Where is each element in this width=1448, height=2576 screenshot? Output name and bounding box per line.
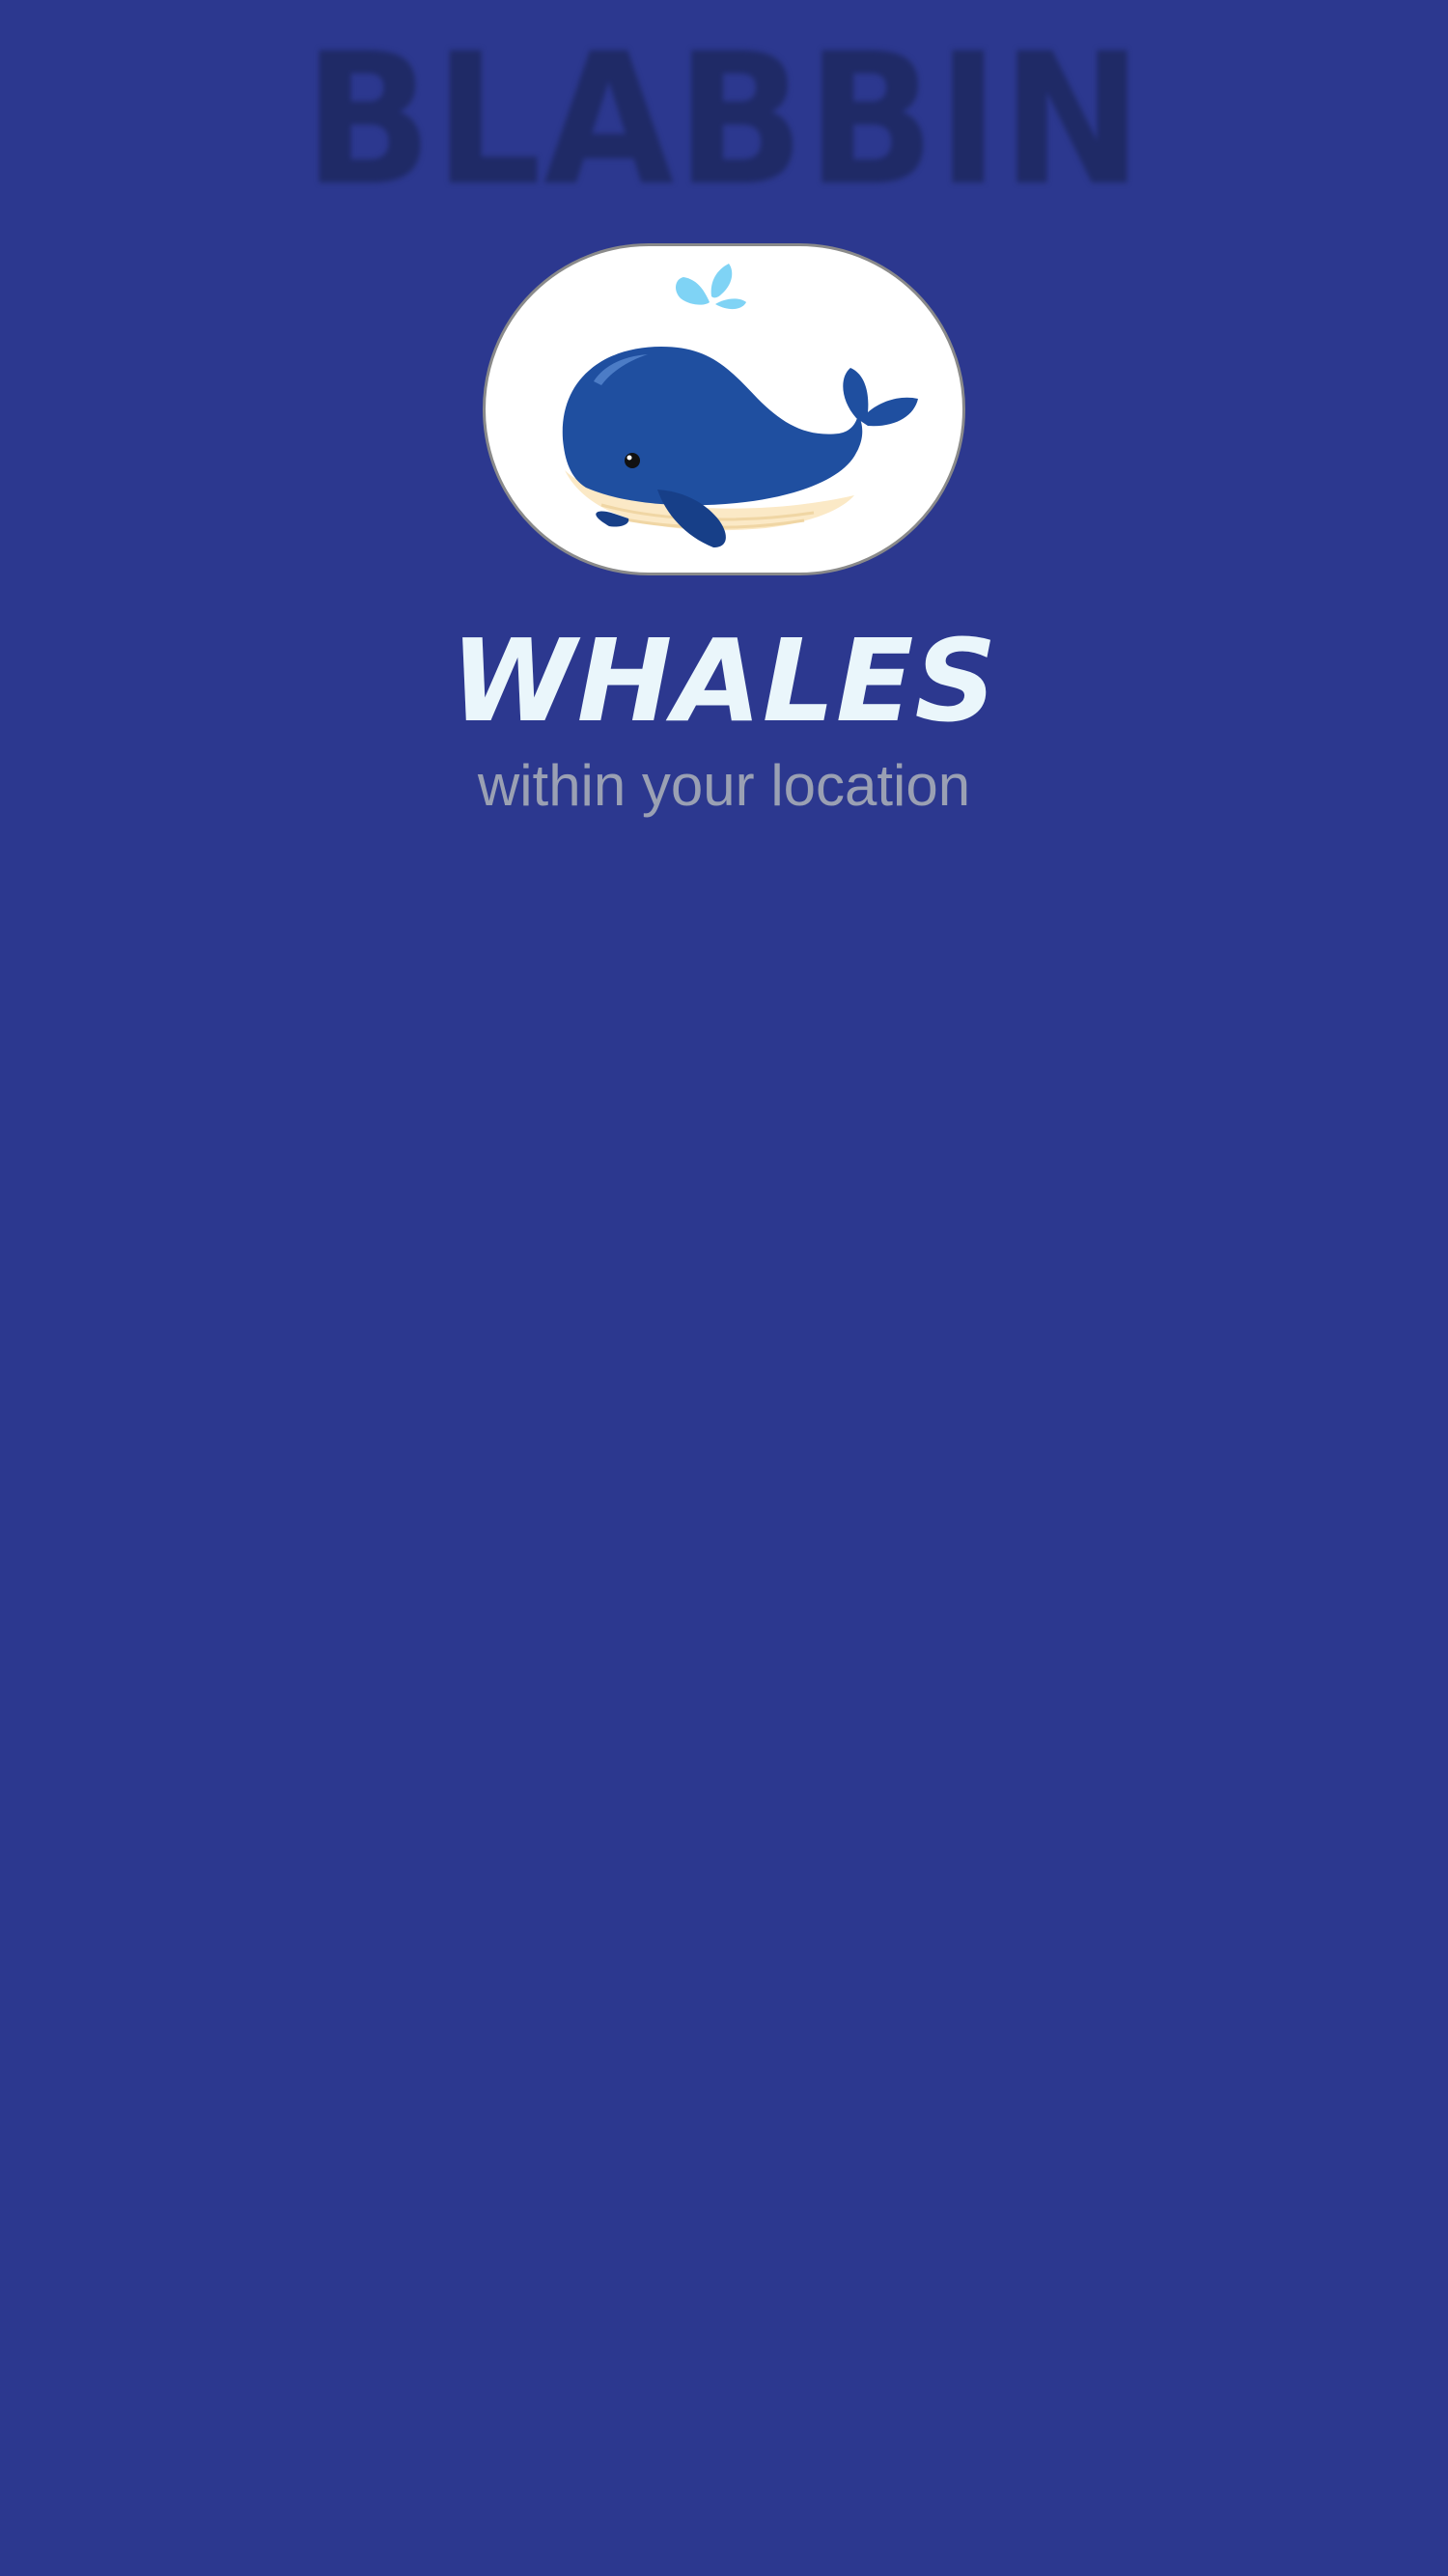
category-subtitle: within your location [477, 753, 971, 818]
whale-icon [562, 264, 918, 547]
whale-image-card[interactable] [483, 243, 965, 575]
app-logo: BLABBIN [303, 14, 1145, 226]
category-title: WHALES [450, 614, 998, 747]
